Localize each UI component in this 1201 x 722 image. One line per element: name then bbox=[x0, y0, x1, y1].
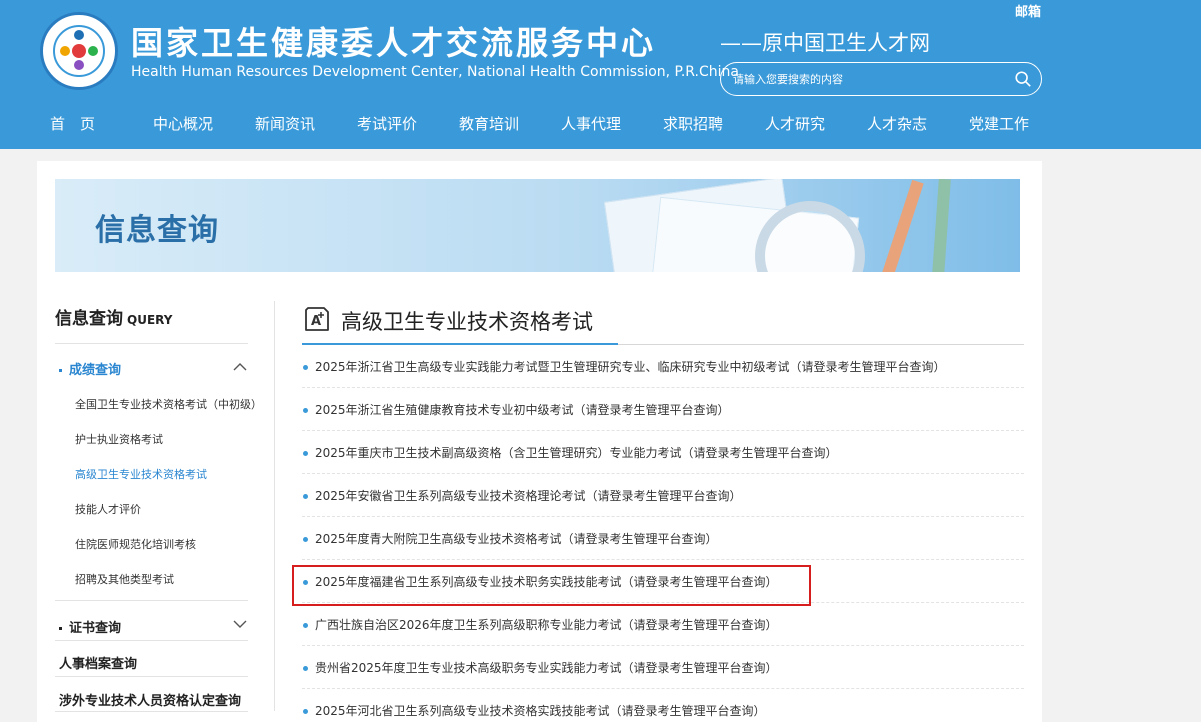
sidebar-title-cn: 信息查询 bbox=[55, 309, 123, 329]
nav-about[interactable]: 中心概况 bbox=[153, 113, 213, 134]
list-item-title[interactable]: 2025年安徽省卫生系列高级专业技术资格理论考试（请登录考生管理平台查询） bbox=[315, 487, 742, 504]
sidebar-item-nurse-exam[interactable]: 护士执业资格考试 bbox=[75, 431, 163, 447]
site-title-en: Health Human Resources Development Cente… bbox=[131, 64, 739, 80]
highlight-annotation-box bbox=[292, 565, 811, 606]
list-item-title[interactable]: 2025年浙江省生殖健康教育技术专业初中级考试（请登录考生管理平台查询） bbox=[315, 401, 730, 418]
sidebar-item-skills[interactable]: 技能人才评价 bbox=[75, 501, 141, 517]
sidebar-divider bbox=[55, 711, 248, 712]
list-item-title[interactable]: 贵州省2025年度卫生专业技术高级职务专业实践能力考试（请登录考生管理平台查询） bbox=[315, 659, 778, 676]
list-item-title[interactable]: 2025年浙江省卫生高级专业实践能力考试暨卫生管理研究专业、临床研究专业中初级考… bbox=[315, 358, 946, 375]
list-item-title[interactable]: 广西壮族自治区2026年度卫生系列高级职称专业能力考试（请登录考生管理平台查询） bbox=[315, 616, 778, 633]
bullet-icon bbox=[303, 451, 308, 456]
pencil-decoration bbox=[931, 179, 951, 272]
search-input[interactable] bbox=[733, 69, 1003, 89]
svg-text:A: A bbox=[311, 314, 321, 329]
sidebar-group-scores[interactable]: 成绩查询 bbox=[59, 359, 121, 378]
sidebar-divider bbox=[55, 600, 248, 601]
bullet-icon bbox=[303, 365, 308, 370]
sidebar-group-label: 成绩查询 bbox=[69, 363, 122, 378]
main-nav: 首 页 中心概况 新闻资讯 考试评价 教育培训 人事代理 求职招聘 人才研究 人… bbox=[0, 108, 1201, 138]
list-item[interactable]: 2025年浙江省生殖健康教育技术专业初中级考试（请登录考生管理平台查询） bbox=[302, 388, 1024, 431]
nav-news[interactable]: 新闻资讯 bbox=[255, 113, 315, 134]
column-divider bbox=[274, 301, 275, 711]
bullet-icon bbox=[303, 623, 308, 628]
site-logo[interactable] bbox=[40, 12, 118, 90]
nav-magazine[interactable]: 人才杂志 bbox=[867, 113, 927, 134]
list-item[interactable]: 2025年重庆市卫生技术副高级资格（含卫生管理研究）专业能力考试（请登录考生管理… bbox=[302, 431, 1024, 474]
nav-home[interactable]: 首 页 bbox=[50, 113, 95, 134]
sidebar-divider bbox=[55, 640, 248, 641]
sidebar-group-certificates[interactable]: 证书查询 bbox=[59, 617, 121, 636]
sidebar-divider bbox=[55, 676, 248, 677]
nav-research[interactable]: 人才研究 bbox=[765, 113, 825, 134]
sidebar-divider bbox=[55, 343, 248, 344]
sidebar-item-recruitment[interactable]: 招聘及其他类型考试 bbox=[75, 571, 174, 587]
site-subtitle: ——原中国卫生人才网 bbox=[720, 31, 930, 55]
nav-education[interactable]: 教育培训 bbox=[459, 113, 519, 134]
bullet-icon bbox=[303, 537, 308, 542]
list-item-title[interactable]: 2025年度青大附院卫生高级专业技术资格考试（请登录考生管理平台查询） bbox=[315, 530, 718, 547]
list-item[interactable]: 2025年河北省卫生系列高级专业技术资格实践技能考试（请登录考生管理平台查询） bbox=[302, 689, 1024, 722]
bullet-icon bbox=[303, 709, 308, 714]
nav-jobs[interactable]: 求职招聘 bbox=[663, 113, 723, 134]
chevron-down-icon[interactable] bbox=[233, 619, 247, 629]
sidebar-item-foreign-cert[interactable]: 涉外专业技术人员资格认定查询 bbox=[59, 690, 241, 709]
bullet-icon bbox=[59, 369, 62, 372]
nav-exams[interactable]: 考试评价 bbox=[357, 113, 417, 134]
pencil-decoration bbox=[878, 179, 924, 272]
sidebar-title: 信息查询 QUERY bbox=[55, 304, 172, 329]
list-item-title[interactable]: 2025年河北省卫生系列高级专业技术资格实践技能考试（请登录考生管理平台查询） bbox=[315, 702, 766, 719]
list-item[interactable]: 广西壮族自治区2026年度卫生系列高级职称专业能力考试（请登录考生管理平台查询） bbox=[302, 603, 1024, 646]
edit-document-icon: A bbox=[305, 307, 329, 331]
banner: 信息查询 bbox=[55, 179, 1020, 272]
mailbox-link[interactable]: 邮箱 bbox=[1015, 1, 1041, 20]
sidebar-item-national-exam[interactable]: 全国卫生专业技术资格考试（中初级） bbox=[75, 396, 262, 412]
bullet-icon bbox=[303, 666, 308, 671]
list-item-title[interactable]: 2025年重庆市卫生技术副高级资格（含卫生管理研究）专业能力考试（请登录考生管理… bbox=[315, 444, 838, 461]
search-box bbox=[720, 62, 1042, 96]
sidebar-group-label: 证书查询 bbox=[69, 621, 122, 636]
sidebar-title-en: QUERY bbox=[127, 313, 173, 327]
search-icon[interactable] bbox=[1014, 70, 1032, 88]
bullet-icon bbox=[59, 627, 62, 630]
logo-emblem bbox=[54, 26, 104, 76]
list-item[interactable]: 2025年安徽省卫生系列高级专业技术资格理论考试（请登录考生管理平台查询） bbox=[302, 474, 1024, 517]
nav-personnel-agency[interactable]: 人事代理 bbox=[561, 113, 621, 134]
sidebar-item-archives[interactable]: 人事档案查询 bbox=[59, 653, 137, 672]
list-item[interactable]: 2025年度青大附院卫生高级专业技术资格考试（请登录考生管理平台查询） bbox=[302, 517, 1024, 560]
sidebar-item-senior-exam[interactable]: 高级卫生专业技术资格考试 bbox=[75, 466, 207, 482]
list-item[interactable]: 贵州省2025年度卫生专业技术高级职务专业实践能力考试（请登录考生管理平台查询） bbox=[302, 646, 1024, 689]
site-header: 国家卫生健康委人才交流服务中心 Health Human Resources D… bbox=[0, 0, 1201, 149]
section-title: 高级卫生专业技术资格考试 bbox=[341, 310, 593, 334]
chevron-up-icon[interactable] bbox=[233, 362, 247, 372]
bullet-icon bbox=[303, 494, 308, 499]
site-title: 国家卫生健康委人才交流服务中心 bbox=[131, 24, 657, 62]
list-item[interactable]: 2025年浙江省卫生高级专业实践能力考试暨卫生管理研究专业、临床研究专业中初级考… bbox=[302, 345, 1024, 388]
sidebar-item-residency[interactable]: 住院医师规范化培训考核 bbox=[75, 536, 196, 552]
nav-party[interactable]: 党建工作 bbox=[969, 113, 1029, 134]
content-panel: 信息查询 信息查询 QUERY 成绩查询 全国卫生专业技术资格考试（中初级） 护士… bbox=[37, 161, 1042, 722]
bullet-icon bbox=[303, 408, 308, 413]
banner-title: 信息查询 bbox=[95, 213, 219, 248]
